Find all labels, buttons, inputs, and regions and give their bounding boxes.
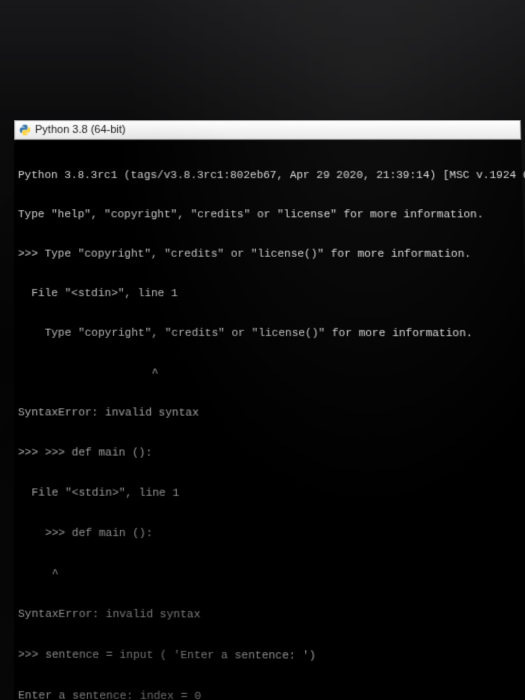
console-line: ^ [18, 367, 523, 381]
monitor-bezel [0, 0, 525, 120]
console-line: File "<stdin>", line 1 [18, 288, 521, 302]
window-title: Python 3.8 (64-bit) [35, 124, 126, 136]
console-output[interactable]: Python 3.8.3rc1 (tags/v3.8.3rc1:802eb67,… [14, 140, 525, 700]
window-titlebar[interactable]: Python 3.8 (64-bit) [14, 120, 521, 140]
console-line: >>> def main (): [18, 528, 525, 543]
console-line: >>> >>> def main (): [18, 447, 524, 461]
python-icon [19, 124, 31, 136]
console-line: >>> sentence = input ( 'Enter a sentence… [18, 649, 525, 664]
console-line: ^ [18, 568, 525, 583]
console-line: Python 3.8.3rc1 (tags/v3.8.3rc1:802eb67,… [18, 170, 518, 183]
console-line: Enter a sentence: index = 0 [18, 690, 525, 700]
console-line: Type "help", "copyright", "credits" or "… [18, 209, 519, 222]
screen-content: Python 3.8 (64-bit) Python 3.8.3rc1 (tag… [14, 120, 525, 700]
console-line: SyntaxError: invalid syntax [18, 407, 523, 421]
console-line: SyntaxError: invalid syntax [18, 609, 525, 624]
console-line: >>> Type "copyright", "credits" or "lice… [18, 249, 520, 262]
console-line: File "<stdin>", line 1 [18, 487, 525, 502]
photo-frame: Python 3.8 (64-bit) Python 3.8.3rc1 (tag… [0, 0, 525, 700]
console-line: Type "copyright", "credits" or "license(… [18, 328, 522, 342]
